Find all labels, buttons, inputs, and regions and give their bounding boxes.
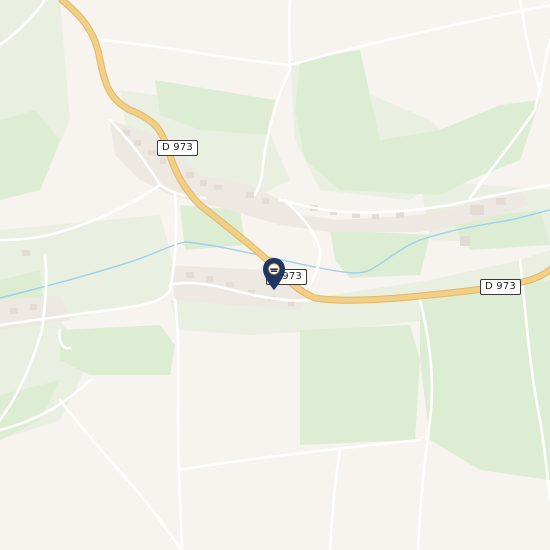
location-pin-icon[interactable] <box>261 257 287 291</box>
road-shield-d973: D 973 <box>157 140 198 156</box>
map-canvas[interactable]: D 973 D 973 D 973 <box>0 0 550 550</box>
road-shield-d973: D 973 <box>480 279 521 295</box>
